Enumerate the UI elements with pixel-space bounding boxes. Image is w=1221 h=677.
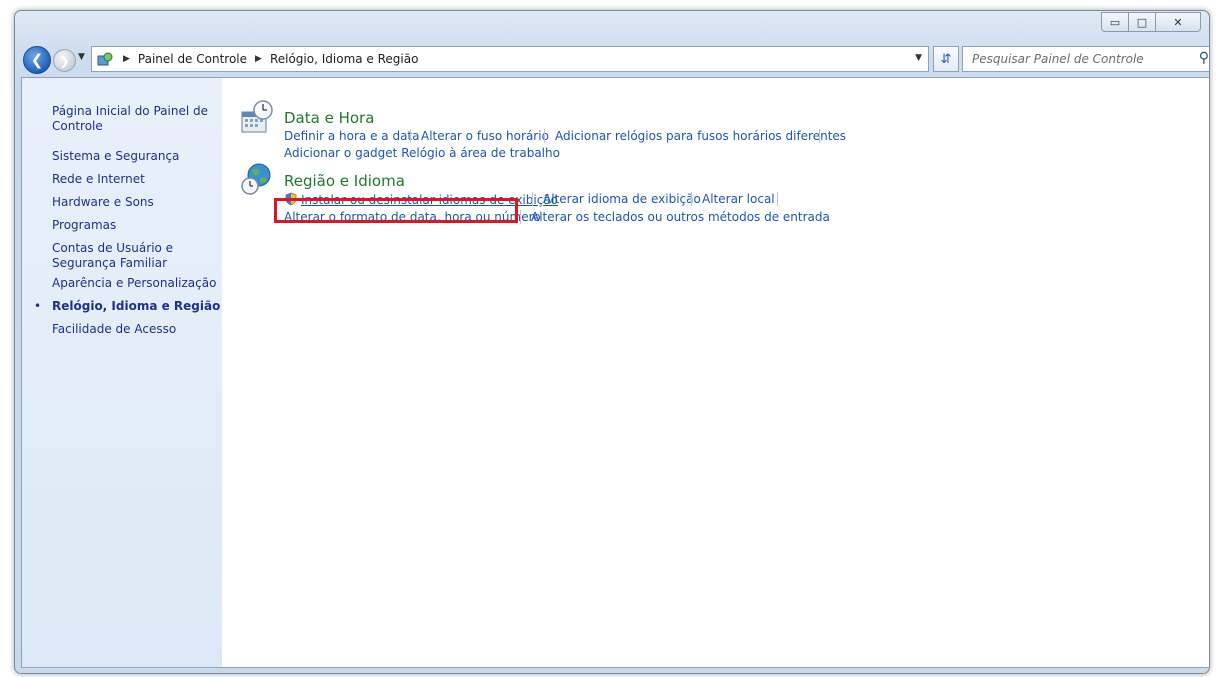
category-title-date-time[interactable]: Data e Hora — [284, 109, 374, 127]
globe-clock-icon[interactable] — [240, 162, 274, 196]
address-dropdown-icon[interactable]: ▼ — [915, 53, 922, 63]
sidebar-item-hardware-sound[interactable]: Hardware e Sons — [52, 195, 222, 210]
sidebar-item-user-accounts[interactable]: Contas de Usuário e Segurança Familiar — [52, 241, 222, 271]
navigation-bar: ❮ ❯ ▼ ▶ Painel de Controle ▶ Relógio, Id… — [21, 46, 1209, 74]
link-separator — [777, 192, 778, 206]
arrow-left-icon: ❮ — [30, 51, 44, 69]
search-icon[interactable]: ⚲ — [1199, 50, 1209, 66]
content-area: Página Inicial do Painel de Controle Sis… — [21, 77, 1209, 668]
link-add-clock-gadget[interactable]: Adicionar o gadget Relógio à área de tra… — [284, 146, 560, 160]
close-button[interactable]: ✕ — [1155, 12, 1201, 32]
forward-button[interactable]: ❯ — [53, 49, 76, 72]
breadcrumb-clock-language-region[interactable]: Relógio, Idioma e Região — [270, 52, 419, 66]
clock-calendar-icon[interactable] — [240, 100, 274, 134]
control-panel-icon — [97, 52, 113, 66]
sidebar-item-network-internet[interactable]: Rede e Internet — [52, 172, 222, 187]
link-separator — [691, 192, 692, 206]
sidebar-item-home[interactable]: Página Inicial do Painel de Controle — [52, 104, 222, 134]
link-set-time-date[interactable]: Definir a hora e a data — [284, 129, 419, 143]
chevron-down-icon: ▼ — [78, 52, 85, 62]
link-change-keyboards[interactable]: Alterar os teclados ou outros métodos de… — [531, 210, 830, 224]
active-item-bullet: • — [34, 299, 42, 313]
link-separator — [520, 210, 521, 224]
link-separator — [544, 129, 545, 143]
link-separator — [819, 129, 820, 143]
highlight-box — [274, 198, 518, 223]
refresh-icon: ⇵ — [940, 51, 952, 67]
sidebar-item-ease-of-access[interactable]: Facilidade de Acesso — [52, 322, 222, 337]
recent-pages-button[interactable]: ▼ — [78, 52, 85, 62]
breadcrumb-separator[interactable]: ▶ — [123, 54, 130, 64]
sidebar: Página Inicial do Painel de Controle Sis… — [22, 78, 222, 667]
back-button[interactable]: ❮ — [23, 46, 51, 74]
category-title-region-language[interactable]: Região e Idioma — [284, 172, 405, 190]
link-add-clocks[interactable]: Adicionar relógios para fusos horários d… — [555, 129, 846, 143]
arrow-right-icon: ❯ — [59, 53, 70, 68]
sidebar-item-appearance[interactable]: Aparência e Personalização — [52, 276, 222, 291]
link-separator — [532, 192, 533, 206]
refresh-button[interactable]: ⇵ — [933, 46, 959, 72]
search-input[interactable] — [970, 51, 1184, 67]
maximize-button[interactable]: □ — [1128, 12, 1156, 32]
breadcrumb-separator[interactable]: ▶ — [255, 54, 262, 64]
address-bar[interactable]: ▶ Painel de Controle ▶ Relógio, Idioma e… — [91, 46, 929, 72]
link-change-time-zone[interactable]: Alterar o fuso horário — [421, 129, 549, 143]
minimize-button[interactable]: ▭ — [1101, 12, 1129, 32]
sidebar-item-system-security[interactable]: Sistema e Segurança — [52, 149, 222, 164]
caption-buttons: ▭ □ ✕ — [1101, 12, 1201, 32]
sidebar-item-programs[interactable]: Programas — [52, 218, 222, 233]
control-panel-window: ▭ □ ✕ ❮ ❯ ▼ ▶ Painel de Controle ▶ Relóg… — [14, 10, 1210, 674]
breadcrumb-control-panel[interactable]: Painel de Controle — [138, 52, 247, 66]
link-change-display-language[interactable]: Alterar idioma de exibição — [543, 192, 701, 206]
search-box[interactable]: ⚲ — [962, 46, 1209, 72]
link-separator — [410, 129, 411, 143]
link-change-location[interactable]: Alterar local — [702, 192, 775, 206]
sidebar-item-clock-language-region[interactable]: Relógio, Idioma e Região — [52, 299, 222, 314]
